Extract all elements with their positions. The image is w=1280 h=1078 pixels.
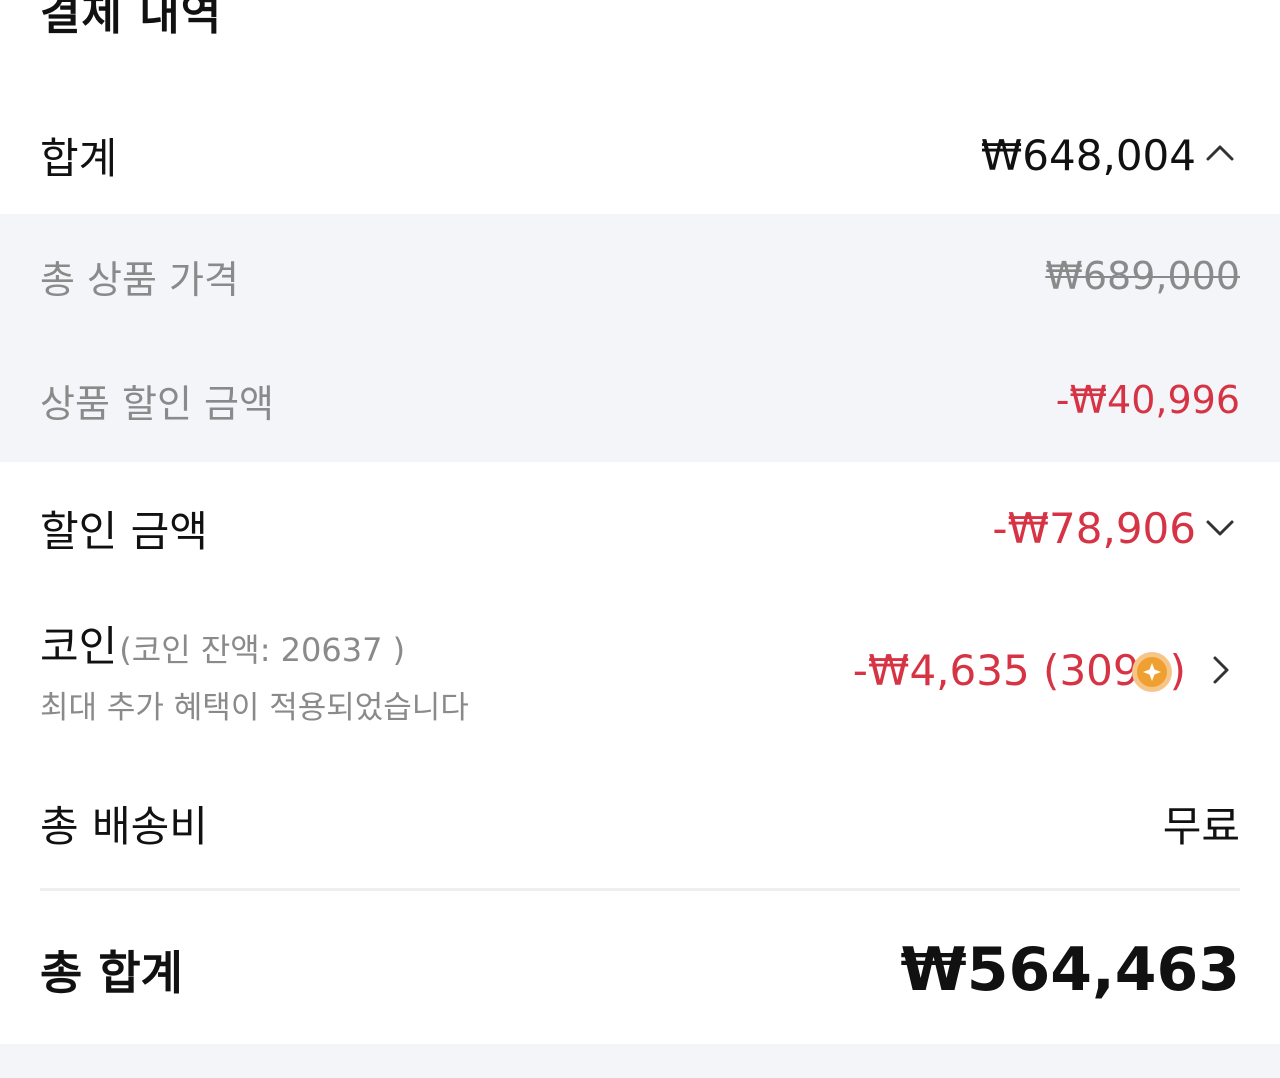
coin-label: 코인 [40, 622, 118, 671]
summary-value: ₩648,004 [980, 130, 1196, 180]
breakdown-label: 총 상품 가격 [40, 257, 239, 302]
breakdown-row-total-price: 총 상품 가격 ₩689,000 [0, 214, 1280, 338]
breakdown-row-product-discount: 상품 할인 금액 -₩40,996 [0, 338, 1280, 462]
coin-info: 코인 (코인 잔액: 20637 ) 최대 추가 혜택이 적용되었습니다 [40, 613, 469, 727]
shipping-row: 총 배송비 무료 [0, 762, 1280, 884]
bottom-band [0, 1044, 1280, 1078]
shipping-value: 무료 [1162, 801, 1240, 851]
total-row: 총 합계 ₩564,463 [0, 910, 1280, 1030]
divider [40, 888, 1240, 891]
chevron-up-icon[interactable] [1200, 135, 1240, 175]
breakdown-label: 상품 할인 금액 [40, 381, 274, 426]
discount-value-group[interactable]: -₩78,906 [992, 504, 1240, 553]
discount-row[interactable]: 할인 금액 -₩78,906 [0, 462, 1280, 594]
summary-label: 합계 [40, 133, 118, 183]
coin-row[interactable]: 코인 (코인 잔액: 20637 ) 최대 추가 혜택이 적용되었습니다 -₩4… [0, 600, 1280, 740]
discount-value: -₩78,906 [992, 503, 1196, 553]
coin-balance: (코인 잔액: 20637 ) [119, 631, 406, 669]
section-title: 결제 내역 [40, 0, 223, 40]
coin-icon [1130, 650, 1174, 694]
coin-benefit-note: 최대 추가 혜택이 적용되었습니다 [40, 690, 469, 726]
shipping-label: 총 배송비 [40, 801, 208, 851]
summary-row[interactable]: 합계 ₩648,004 [0, 96, 1280, 214]
total-label: 총 합계 [40, 946, 183, 1000]
total-value: ₩564,463 [900, 935, 1240, 1005]
discount-label: 할인 금액 [40, 506, 208, 556]
coin-value: -₩4,635 (309 [852, 645, 1140, 695]
payment-details-page: 결제 내역 합계 ₩648,004 총 상품 가격 ₩689,000 상품 할인… [0, 0, 1280, 1078]
breakdown-value: ₩689,000 [1045, 254, 1240, 298]
summary-value-group[interactable]: ₩648,004 [981, 131, 1240, 180]
coin-value-group[interactable]: -₩4,635 (309 ) [853, 646, 1240, 695]
chevron-down-icon[interactable] [1200, 508, 1240, 548]
breakdown-value: -₩40,996 [1055, 378, 1240, 422]
chevron-right-icon[interactable] [1200, 650, 1240, 690]
